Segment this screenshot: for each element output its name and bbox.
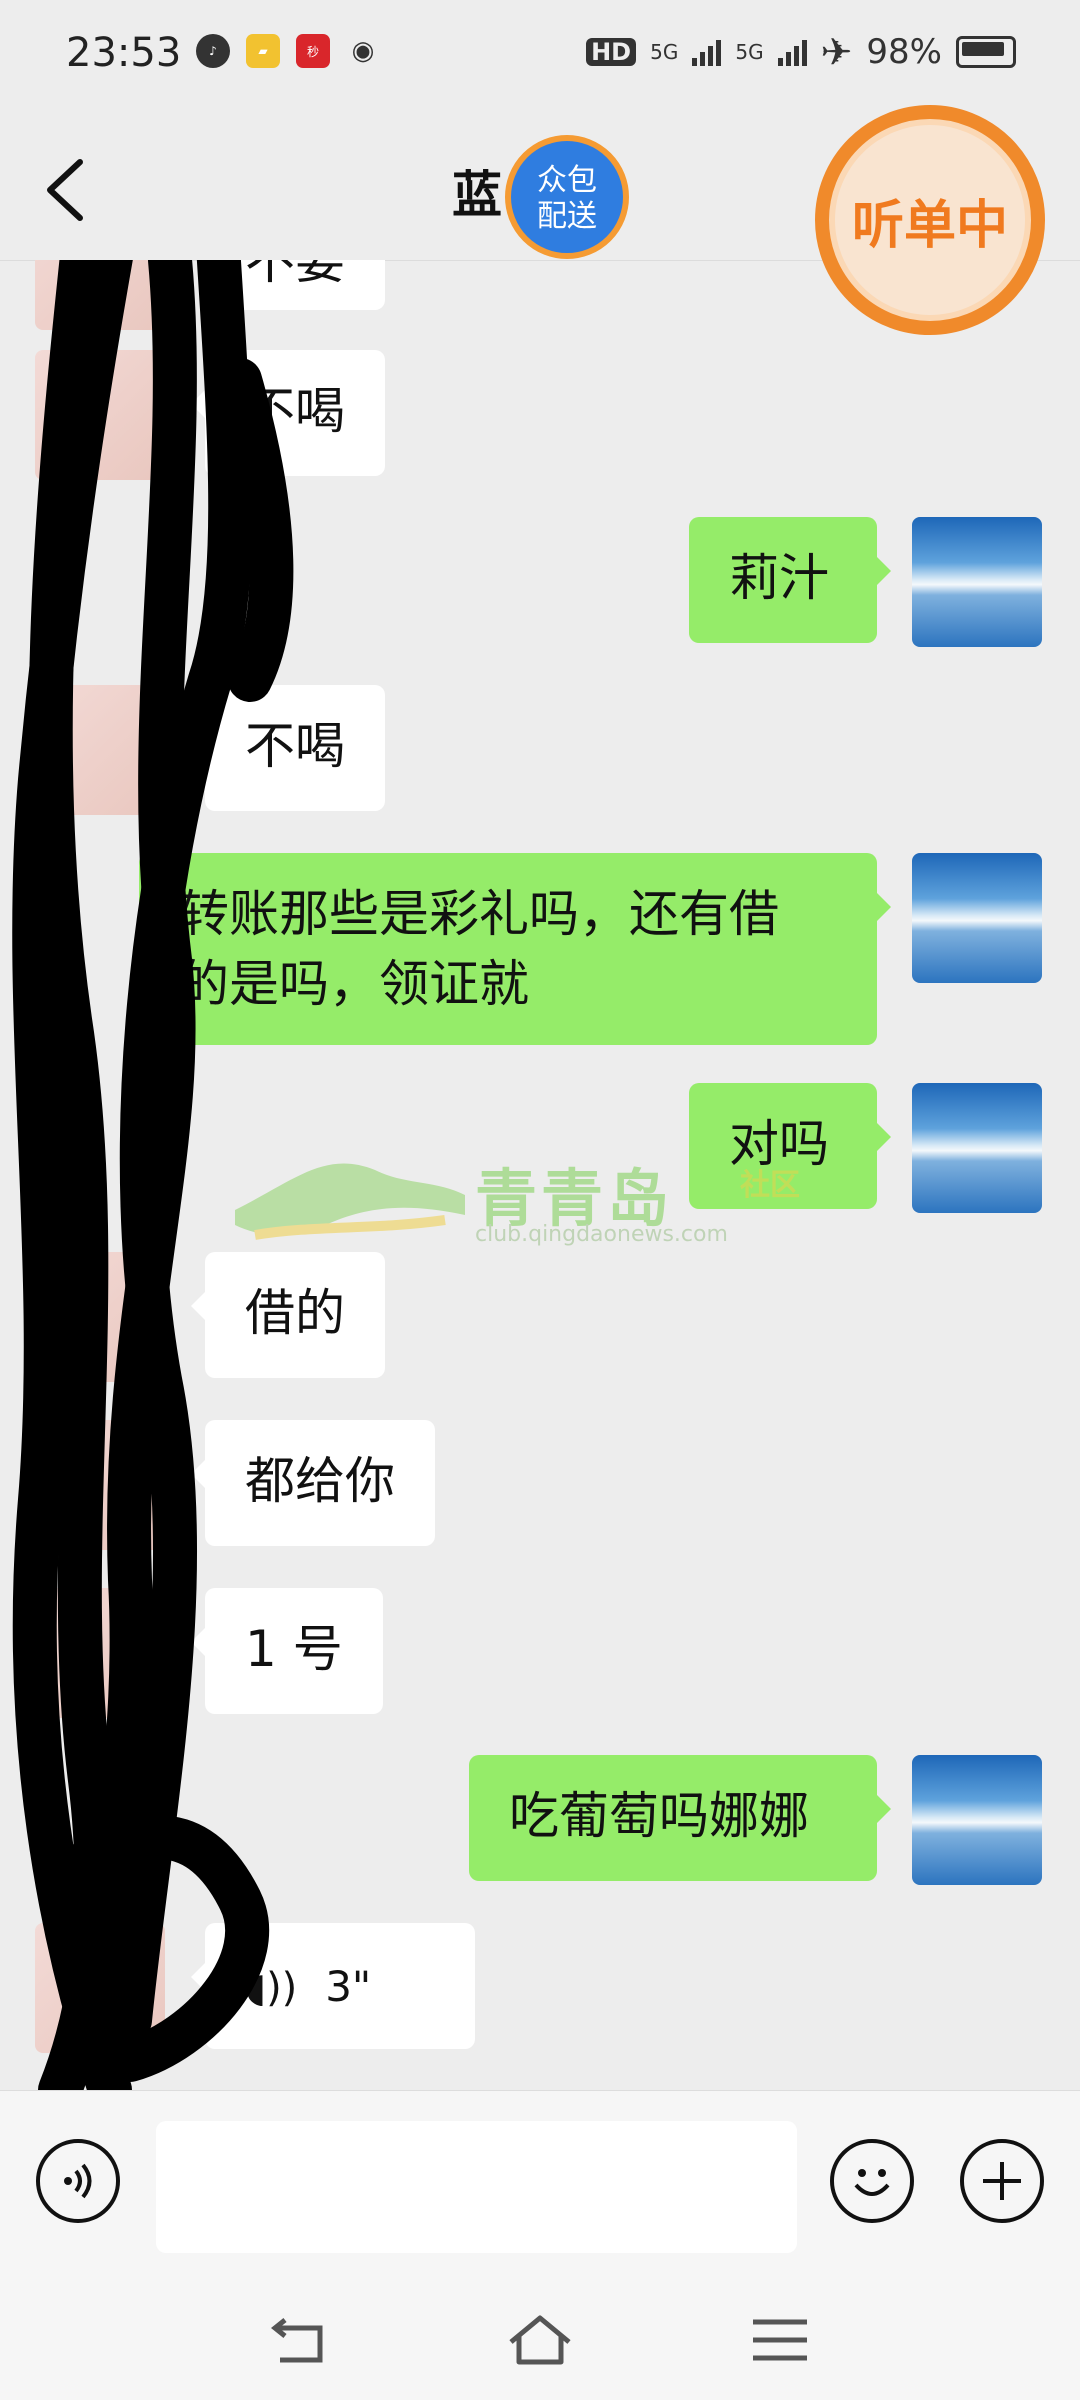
message-bubble-sent[interactable]: 莉汁 <box>689 517 891 643</box>
voice-message-bubble[interactable]: ◖)) 3" <box>191 1923 475 2049</box>
emoji-icon[interactable] <box>830 2139 914 2223</box>
chat-header: 蓝 众包 配送 听单中 <box>0 105 1080 335</box>
watermark-url: club.qingdaonews.com <box>475 1222 728 1247</box>
avatar[interactable] <box>35 260 165 330</box>
status-time: 23:53 <box>66 30 182 76</box>
input-bar <box>0 2090 1080 2271</box>
nav-menu-icon[interactable] <box>745 2310 815 2370</box>
watermark-logo-icon <box>235 1163 465 1240</box>
battery-percent: 98% <box>866 32 942 72</box>
status-bar: 23:53 ♪ ▰ 秒 ◉ HD 5G 5G ✈ 98% <box>0 0 1080 115</box>
voice-wave-icon: ◖)) <box>245 1965 298 2011</box>
plus-icon[interactable] <box>960 2139 1044 2223</box>
message-bubble-received[interactable]: 不喝 <box>191 350 385 476</box>
avatar-self[interactable] <box>912 517 1042 647</box>
network-label-2: 5G <box>735 40 764 64</box>
message-bubble-received[interactable]: 不喝 <box>191 685 385 811</box>
message-bubble-received[interactable]: 都给你 <box>191 1420 435 1546</box>
network-label-1: 5G <box>650 40 679 64</box>
avatar-self[interactable] <box>912 853 1042 983</box>
system-nav-bar <box>0 2270 1080 2400</box>
music-app-icon: ♪ <box>196 34 230 68</box>
signal-icon <box>692 38 722 66</box>
avatar[interactable] <box>35 1923 165 2053</box>
hd-badge: HD <box>586 38 637 66</box>
message-bubble-received[interactable]: 不要 <box>191 260 385 310</box>
message-input[interactable] <box>156 2121 797 2253</box>
chat-title: 蓝 <box>452 166 502 224</box>
smiley-icon <box>854 2169 890 2196</box>
avatar[interactable] <box>35 1588 165 1718</box>
nav-back-icon[interactable] <box>265 2310 335 2370</box>
watermark: 青青岛 社区 club.qingdaonews.com <box>235 1140 835 1260</box>
back-arrow-icon[interactable] <box>40 150 100 230</box>
message-bubble-sent[interactable]: 转账那些是彩礼吗，还有借 的是吗，领证就 <box>139 853 891 1045</box>
chat-messages[interactable]: 不要 不喝 莉汁 不喝 转账那些是彩礼吗，还有借 的是吗，领证就 对吗 借的 都… <box>0 260 1080 2090</box>
avatar[interactable] <box>35 350 165 480</box>
message-bubble-received[interactable]: 借的 <box>191 1252 385 1378</box>
plus-glyph-icon <box>983 2162 1021 2200</box>
delivery-badge-label: 众包 配送 <box>537 163 597 234</box>
avatar-self[interactable] <box>912 1755 1042 1885</box>
airplane-icon: ✈ <box>820 30 853 74</box>
folder-app-icon: ▰ <box>246 34 280 68</box>
avatar[interactable] <box>35 685 165 815</box>
status-right: HD 5G 5G ✈ 98% <box>586 30 1016 74</box>
watermark-tag: 社区 <box>740 1168 800 1203</box>
avatar[interactable] <box>35 1252 165 1382</box>
wechat-notify-icon: ◉ <box>346 34 380 68</box>
delivery-badge[interactable]: 众包 配送 <box>505 135 629 259</box>
notification-icons: ♪ ▰ 秒 ◉ <box>196 34 380 68</box>
shop-app-icon: 秒 <box>296 34 330 68</box>
voice-input-icon[interactable] <box>36 2139 120 2223</box>
message-bubble-sent[interactable]: 吃葡萄吗娜娜 <box>469 1755 891 1881</box>
message-bubble-received[interactable]: 1 号 <box>191 1588 383 1714</box>
avatar[interactable] <box>35 1420 165 1550</box>
avatar-self[interactable] <box>912 1083 1042 1213</box>
voice-wave-icon <box>64 2163 92 2199</box>
nav-home-icon[interactable] <box>505 2310 575 2370</box>
battery-icon <box>956 36 1016 68</box>
signal-icon-2 <box>777 38 807 66</box>
